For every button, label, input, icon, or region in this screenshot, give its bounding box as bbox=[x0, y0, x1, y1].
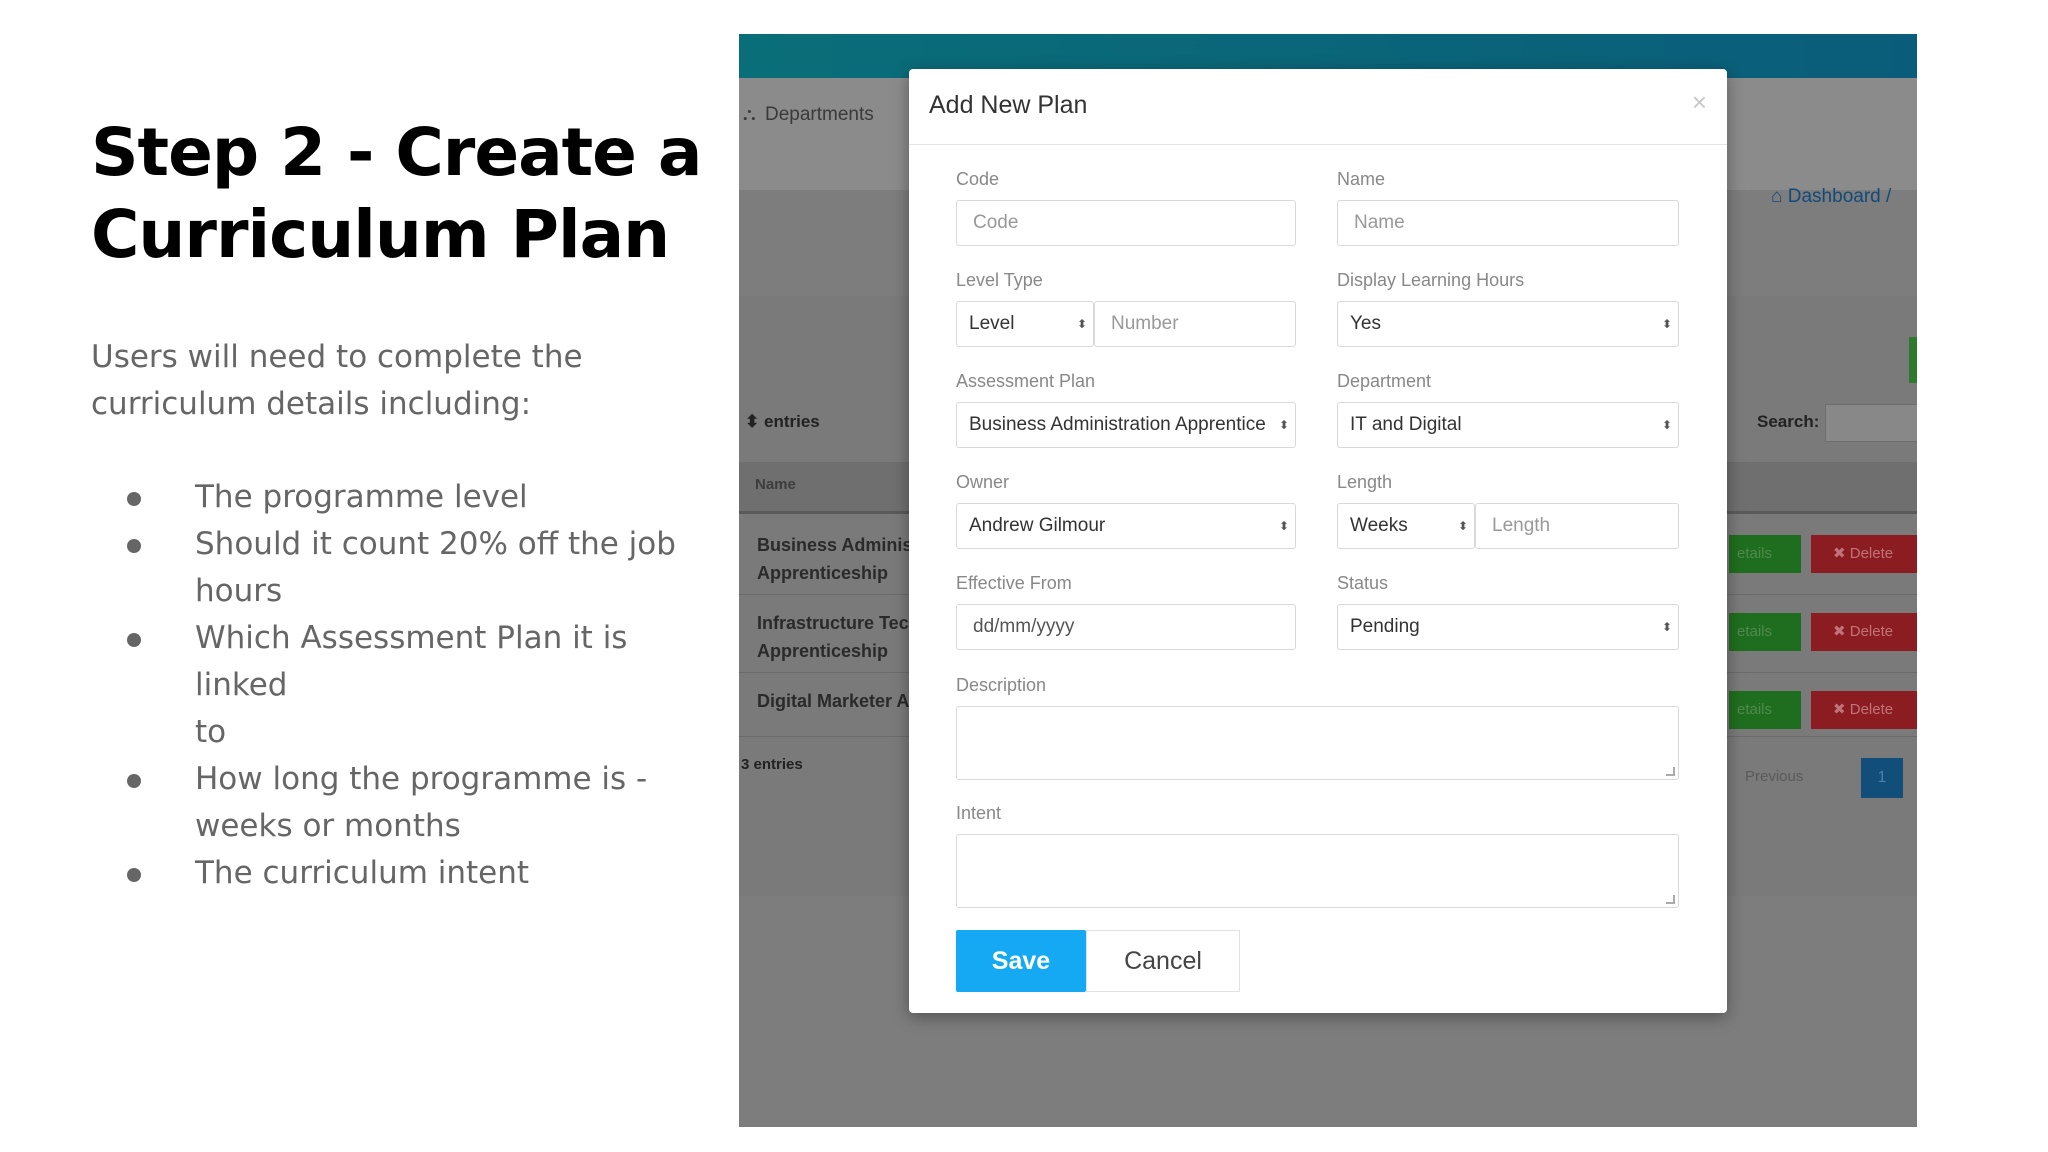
bullet-item: Should it count 20% off the job hours bbox=[91, 521, 711, 615]
bullet-item: Which Assessment Plan it is linked to bbox=[91, 615, 711, 756]
resize-handle-icon[interactable] bbox=[1666, 895, 1675, 904]
effective-from-label: Effective From bbox=[956, 573, 1072, 593]
bullet-text: hours bbox=[195, 573, 283, 609]
modal-title: Add New Plan bbox=[929, 91, 1088, 119]
save-button[interactable]: Save bbox=[956, 930, 1086, 992]
column-header-name[interactable]: Name bbox=[755, 476, 796, 493]
length-unit-value: Weeks bbox=[1350, 515, 1408, 536]
intent-label: Intent bbox=[956, 803, 1002, 823]
add-button-edge[interactable] bbox=[1909, 337, 1917, 383]
owner-label: Owner bbox=[956, 472, 1010, 492]
details-button[interactable]: etails bbox=[1729, 535, 1801, 573]
bullet-icon bbox=[127, 539, 141, 553]
delete-button[interactable]: ✖ Delete bbox=[1811, 613, 1917, 651]
assessment-plan-select[interactable]: Business Administration Apprentice ⬍ bbox=[956, 402, 1296, 448]
entries-info: 3 entries bbox=[741, 756, 803, 773]
bullet-text: to bbox=[195, 714, 227, 750]
modal-header: Add New Plan × bbox=[909, 69, 1727, 145]
slide-intro-line1: Users will need to complete the bbox=[91, 339, 583, 375]
delete-button[interactable]: ✖ Delete bbox=[1811, 535, 1917, 573]
select-arrows-icon: ⬍ bbox=[1276, 403, 1289, 447]
code-input[interactable]: Code bbox=[956, 200, 1296, 246]
home-icon: ⌂ bbox=[1771, 186, 1783, 207]
owner-select[interactable]: Andrew Gilmour ⬍ bbox=[956, 503, 1296, 549]
pagination-page[interactable]: 1 bbox=[1861, 758, 1903, 798]
bullet-text: Should it count 20% off the job bbox=[195, 526, 676, 562]
effective-from-input[interactable]: dd/mm/yyyy bbox=[956, 604, 1296, 650]
bullet-item: How long the programme is - weeks or mont… bbox=[91, 756, 711, 850]
slide-title: Step 2 - Create a Curriculum Plan bbox=[91, 112, 711, 276]
department-select[interactable]: IT and Digital ⬍ bbox=[1337, 402, 1679, 448]
select-arrows-icon: ⬍ bbox=[1659, 302, 1672, 346]
select-arrows-icon: ⬍ bbox=[1455, 504, 1468, 548]
bullet-icon bbox=[127, 868, 141, 882]
name-input[interactable]: Name bbox=[1337, 200, 1679, 246]
nav-departments[interactable]: ⛬ Departments bbox=[743, 104, 874, 126]
level-number-input[interactable]: Number bbox=[1094, 301, 1296, 347]
code-label: Code bbox=[956, 169, 1000, 189]
assessment-plan-value: Business Administration Apprentice bbox=[969, 414, 1266, 435]
search-input[interactable] bbox=[1825, 404, 1917, 442]
owner-value: Andrew Gilmour bbox=[969, 515, 1106, 536]
bullet-text: How long the programme is - bbox=[195, 761, 648, 797]
status-select[interactable]: Pending ⬍ bbox=[1337, 604, 1679, 650]
level-type-value: Level bbox=[969, 313, 1015, 334]
resize-handle-icon[interactable] bbox=[1666, 767, 1675, 776]
display-hours-select[interactable]: Yes ⬍ bbox=[1337, 301, 1679, 347]
length-input[interactable]: Length bbox=[1475, 503, 1679, 549]
bullet-text: Which Assessment Plan it is linked bbox=[195, 620, 628, 703]
select-arrows-icon: ⬍ bbox=[1659, 605, 1672, 649]
level-type-select[interactable]: Level ⬍ bbox=[956, 301, 1094, 347]
bullet-item: The curriculum intent bbox=[91, 850, 711, 897]
entries-label: entries bbox=[763, 412, 820, 431]
status-label: Status bbox=[1337, 573, 1389, 593]
bullet-text: The curriculum intent bbox=[195, 855, 530, 891]
assessment-plan-label: Assessment Plan bbox=[956, 371, 1096, 391]
level-type-label: Level Type bbox=[956, 270, 1043, 290]
name-label: Name bbox=[1337, 169, 1386, 189]
length-label: Length bbox=[1337, 472, 1393, 492]
bullet-item: The programme level bbox=[91, 474, 711, 521]
nav-departments-label: Departments bbox=[765, 104, 874, 125]
delete-button[interactable]: ✖ Delete bbox=[1811, 691, 1917, 729]
select-arrows-icon: ⬍ bbox=[745, 412, 760, 431]
status-value: Pending bbox=[1350, 616, 1420, 637]
slide-title-line2: Curriculum Plan bbox=[91, 196, 670, 273]
select-arrows-icon: ⬍ bbox=[1074, 302, 1087, 346]
entries-selector[interactable]: ⬍ entries bbox=[745, 412, 820, 432]
breadcrumb[interactable]: ⌂ Dashboard / bbox=[1771, 186, 1891, 208]
details-button[interactable]: etails bbox=[1729, 691, 1801, 729]
details-button[interactable]: etails bbox=[1729, 613, 1801, 651]
department-label: Department bbox=[1337, 371, 1432, 391]
bullet-icon bbox=[127, 633, 141, 647]
pagination-previous[interactable]: Previous bbox=[1745, 768, 1803, 785]
bullet-text: weeks or months bbox=[195, 808, 461, 844]
description-label: Description bbox=[956, 675, 1047, 695]
display-hours-label: Display Learning Hours bbox=[1337, 270, 1525, 290]
bullet-text: The programme level bbox=[195, 479, 528, 515]
slide-intro: Users will need to complete the curricul… bbox=[91, 334, 711, 428]
breadcrumb-dashboard[interactable]: Dashboard / bbox=[1788, 186, 1892, 207]
select-arrows-icon: ⬍ bbox=[1276, 504, 1289, 548]
intent-textarea[interactable] bbox=[956, 834, 1679, 908]
bullet-list: The programme level Should it count 20% … bbox=[91, 474, 711, 897]
search-label: Search: bbox=[1757, 412, 1820, 431]
department-value: IT and Digital bbox=[1350, 414, 1462, 435]
bullet-icon bbox=[127, 774, 141, 788]
close-icon[interactable]: × bbox=[1692, 89, 1707, 115]
cancel-button[interactable]: Cancel bbox=[1086, 930, 1240, 992]
select-arrows-icon: ⬍ bbox=[1659, 403, 1672, 447]
description-textarea[interactable] bbox=[956, 706, 1679, 780]
sitemap-icon: ⛬ bbox=[743, 104, 756, 124]
slide-intro-line2: curriculum details including: bbox=[91, 386, 532, 422]
add-plan-modal: Add New Plan × Code Code Name Name Level… bbox=[909, 69, 1727, 1013]
length-unit-select[interactable]: Weeks ⬍ bbox=[1337, 503, 1475, 549]
slide-title-line1: Step 2 - Create a bbox=[91, 114, 702, 191]
bullet-icon bbox=[127, 492, 141, 506]
display-hours-value: Yes bbox=[1350, 313, 1381, 334]
